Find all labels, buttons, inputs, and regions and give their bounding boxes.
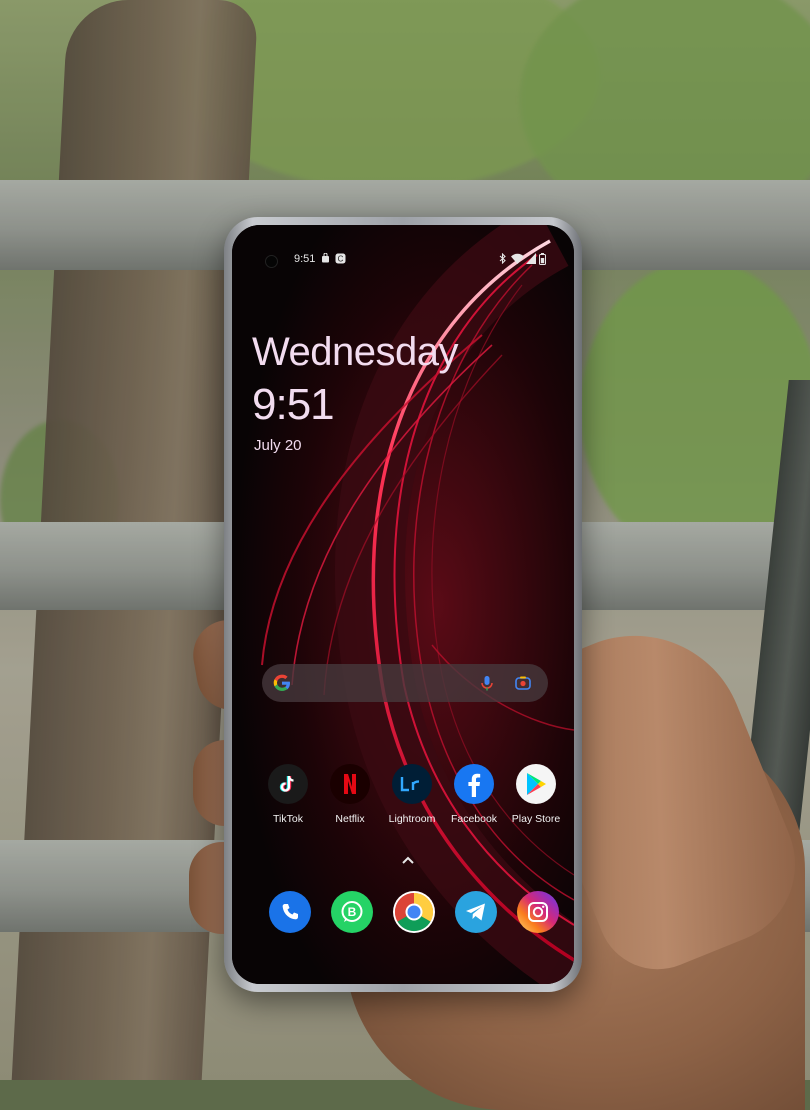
google-logo-icon (272, 673, 292, 693)
clock-date[interactable]: July 20 (254, 437, 302, 454)
chrome-icon (393, 891, 435, 933)
signal-icon (526, 253, 536, 267)
dock-instagram[interactable] (509, 891, 567, 933)
mic-icon[interactable] (477, 673, 497, 693)
svg-text:C: C (338, 254, 344, 263)
app-label: TikTok (273, 813, 303, 825)
status-bar: 9:51 C (232, 251, 574, 269)
dock-chrome[interactable] (385, 891, 443, 933)
app-badge-icon: C (335, 253, 346, 267)
app-tiktok[interactable]: TikTok (259, 764, 317, 825)
app-label: Netflix (335, 813, 365, 825)
bag-icon (321, 252, 330, 266)
tiktok-icon (268, 764, 308, 804)
app-netflix[interactable]: Netflix (321, 764, 379, 825)
clock-day: Wednesday (252, 330, 459, 374)
play-store-icon (516, 764, 556, 804)
home-screen: 9:51 C Wednesday 9:51 July 20 TikTok Net… (232, 225, 574, 984)
phone-icon (269, 891, 311, 933)
app-facebook[interactable]: Facebook (445, 764, 503, 825)
google-search-bar[interactable] (262, 664, 548, 702)
netflix-icon (330, 764, 370, 804)
app-play-store[interactable]: Play Store (507, 764, 565, 825)
bluetooth-icon (499, 252, 507, 267)
app-label: Play Store (511, 813, 561, 825)
clock-time: 9:51 (252, 380, 335, 429)
whatsapp-business-icon: B (331, 891, 373, 933)
telegram-icon (455, 891, 497, 933)
wifi-icon (511, 253, 524, 267)
lightroom-icon (392, 764, 432, 804)
lens-icon[interactable] (513, 673, 533, 693)
status-time: 9:51 (294, 253, 316, 265)
dock-whatsapp-business[interactable]: B (323, 891, 381, 933)
app-label: Facebook (450, 813, 498, 825)
app-label: Lightroom (388, 813, 436, 825)
dock-telegram[interactable] (447, 891, 505, 933)
dock-phone[interactable] (261, 891, 319, 933)
instagram-icon (517, 891, 559, 933)
facebook-icon (454, 764, 494, 804)
svg-text:B: B (348, 905, 357, 919)
app-lightroom[interactable]: Lightroom (383, 764, 441, 825)
battery-icon (539, 253, 546, 268)
phone: 9:51 C Wednesday 9:51 July 20 TikTok Net… (224, 217, 582, 992)
chevron-up-icon[interactable] (402, 851, 414, 869)
